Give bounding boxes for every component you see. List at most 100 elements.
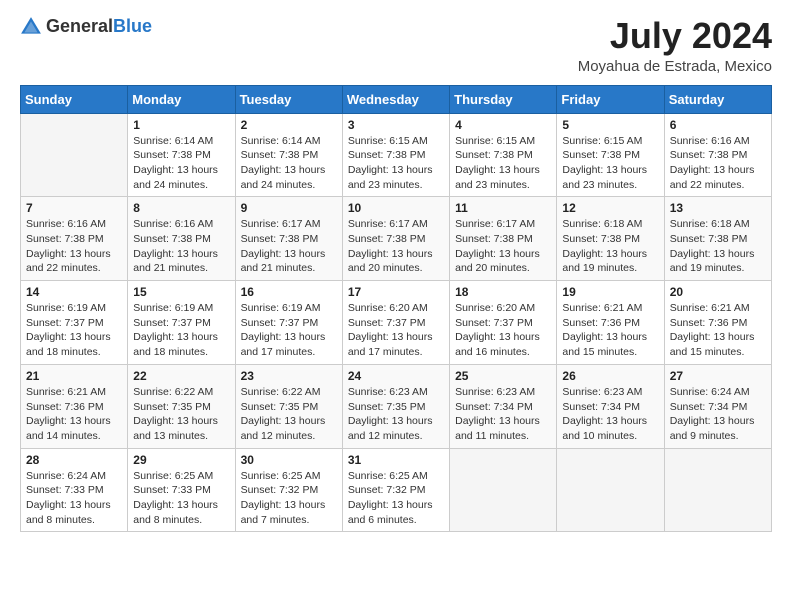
calendar-cell: 27 Sunrise: 6:24 AMSunset: 7:34 PMDayligh… [664, 364, 771, 448]
day-number: 14 [26, 285, 122, 299]
day-number: 5 [562, 118, 658, 132]
calendar-cell: 25Sunrise: 6:23 AMSunset: 7:34 PMDayligh… [450, 364, 557, 448]
calendar-cell: 11Sunrise: 6:17 AMSunset: 7:38 PMDayligh… [450, 197, 557, 281]
day-info: Sunrise: 6:24 AMSunset: 7:34 PMDaylight:… [670, 385, 766, 444]
calendar-week-row: 1 Sunrise: 6:14 AMSunset: 7:38 PMDaylight… [21, 113, 772, 197]
calendar-cell: 29 Sunrise: 6:25 AMSunset: 7:33 PMDayligh… [128, 448, 235, 532]
calendar-cell [664, 448, 771, 532]
day-info: Sunrise: 6:18 AMSunset: 7:38 PMDaylight:… [562, 217, 658, 276]
calendar-cell: 19 Sunrise: 6:21 AMSunset: 7:36 PMDayligh… [557, 281, 664, 365]
calendar-cell: 8 Sunrise: 6:16 AMSunset: 7:38 PMDaylight… [128, 197, 235, 281]
day-number: 12 [562, 201, 658, 215]
calendar-cell: 16 Sunrise: 6:19 AMSunset: 7:37 PMDayligh… [235, 281, 342, 365]
calendar-cell: 23 Sunrise: 6:22 AMSunset: 7:35 PMDayligh… [235, 364, 342, 448]
calendar-cell: 7 Sunrise: 6:16 AMSunset: 7:38 PMDaylight… [21, 197, 128, 281]
day-info: Sunrise: 6:18 AMSunset: 7:38 PMDaylight:… [670, 217, 766, 276]
day-info: Sunrise: 6:23 AMSunset: 7:35 PMDaylight:… [348, 385, 444, 444]
day-number: 13 [670, 201, 766, 215]
day-number: 9 [241, 201, 337, 215]
calendar-cell: 18 Sunrise: 6:20 AMSunset: 7:37 PMDayligh… [450, 281, 557, 365]
day-number: 6 [670, 118, 766, 132]
day-info: Sunrise: 6:25 AMSunset: 7:32 PMDaylight:… [241, 469, 337, 528]
calendar-cell: 10Sunrise: 6:17 AMSunset: 7:38 PMDayligh… [342, 197, 449, 281]
day-number: 15 [133, 285, 229, 299]
day-info: Sunrise: 6:22 AMSunset: 7:35 PMDaylight:… [241, 385, 337, 444]
calendar-cell: 2 Sunrise: 6:14 AMSunset: 7:38 PMDaylight… [235, 113, 342, 197]
logo-text: GeneralBlue [46, 17, 152, 37]
calendar-cell: 13 Sunrise: 6:18 AMSunset: 7:38 PMDayligh… [664, 197, 771, 281]
day-info: Sunrise: 6:17 AMSunset: 7:38 PMDaylight:… [241, 217, 337, 276]
header: GeneralBlue July 2024 Moyahua de Estrada… [20, 16, 772, 75]
calendar-week-row: 21 Sunrise: 6:21 AMSunset: 7:36 PMDayligh… [21, 364, 772, 448]
calendar-cell [21, 113, 128, 197]
day-number: 4 [455, 118, 551, 132]
day-number: 17 [348, 285, 444, 299]
col-monday: Monday [128, 85, 235, 113]
day-number: 18 [455, 285, 551, 299]
day-number: 29 [133, 453, 229, 467]
day-number: 3 [348, 118, 444, 132]
calendar-cell: 9 Sunrise: 6:17 AMSunset: 7:38 PMDaylight… [235, 197, 342, 281]
day-info: Sunrise: 6:16 AMSunset: 7:38 PMDaylight:… [26, 217, 122, 276]
day-info: Sunrise: 6:20 AMSunset: 7:37 PMDaylight:… [348, 301, 444, 360]
day-number: 20 [670, 285, 766, 299]
calendar-cell: 4 Sunrise: 6:15 AMSunset: 7:38 PMDaylight… [450, 113, 557, 197]
day-number: 27 [670, 369, 766, 383]
calendar-cell: 22 Sunrise: 6:22 AMSunset: 7:35 PMDayligh… [128, 364, 235, 448]
day-info: Sunrise: 6:14 AMSunset: 7:38 PMDaylight:… [133, 134, 229, 193]
calendar-cell: 15 Sunrise: 6:19 AMSunset: 7:37 PMDayligh… [128, 281, 235, 365]
day-info: Sunrise: 6:22 AMSunset: 7:35 PMDaylight:… [133, 385, 229, 444]
day-number: 23 [241, 369, 337, 383]
day-number: 26 [562, 369, 658, 383]
title-area: July 2024 Moyahua de Estrada, Mexico [578, 16, 772, 75]
calendar-cell: 24Sunrise: 6:23 AMSunset: 7:35 PMDayligh… [342, 364, 449, 448]
day-info: Sunrise: 6:16 AMSunset: 7:38 PMDaylight:… [670, 134, 766, 193]
col-friday: Friday [557, 85, 664, 113]
day-number: 28 [26, 453, 122, 467]
day-info: Sunrise: 6:19 AMSunset: 7:37 PMDaylight:… [133, 301, 229, 360]
day-info: Sunrise: 6:14 AMSunset: 7:38 PMDaylight:… [241, 134, 337, 193]
calendar-cell [450, 448, 557, 532]
location-label: Moyahua de Estrada, Mexico [578, 58, 772, 75]
day-number: 16 [241, 285, 337, 299]
day-number: 19 [562, 285, 658, 299]
day-info: Sunrise: 6:23 AMSunset: 7:34 PMDaylight:… [562, 385, 658, 444]
day-info: Sunrise: 6:15 AMSunset: 7:38 PMDaylight:… [455, 134, 551, 193]
day-number: 30 [241, 453, 337, 467]
calendar-cell: 28 Sunrise: 6:24 AMSunset: 7:33 PMDayligh… [21, 448, 128, 532]
day-number: 21 [26, 369, 122, 383]
calendar-table: Sunday Monday Tuesday Wednesday Thursday… [20, 85, 772, 533]
calendar-cell: 17 Sunrise: 6:20 AMSunset: 7:37 PMDayligh… [342, 281, 449, 365]
day-info: Sunrise: 6:17 AMSunset: 7:38 PMDaylight:… [348, 217, 444, 276]
calendar-cell: 5Sunrise: 6:15 AMSunset: 7:38 PMDaylight… [557, 113, 664, 197]
col-sunday: Sunday [21, 85, 128, 113]
day-info: Sunrise: 6:21 AMSunset: 7:36 PMDaylight:… [562, 301, 658, 360]
calendar-cell: 14 Sunrise: 6:19 AMSunset: 7:37 PMDayligh… [21, 281, 128, 365]
day-info: Sunrise: 6:21 AMSunset: 7:36 PMDaylight:… [26, 385, 122, 444]
logo-icon [20, 16, 42, 38]
col-saturday: Saturday [664, 85, 771, 113]
day-number: 1 [133, 118, 229, 132]
logo: GeneralBlue [20, 16, 152, 38]
calendar-week-row: 7 Sunrise: 6:16 AMSunset: 7:38 PMDaylight… [21, 197, 772, 281]
col-thursday: Thursday [450, 85, 557, 113]
day-info: Sunrise: 6:19 AMSunset: 7:37 PMDaylight:… [241, 301, 337, 360]
calendar-cell: 6 Sunrise: 6:16 AMSunset: 7:38 PMDaylight… [664, 113, 771, 197]
calendar-cell [557, 448, 664, 532]
day-number: 7 [26, 201, 122, 215]
calendar-cell: 26 Sunrise: 6:23 AMSunset: 7:34 PMDayligh… [557, 364, 664, 448]
day-info: Sunrise: 6:24 AMSunset: 7:33 PMDaylight:… [26, 469, 122, 528]
day-number: 22 [133, 369, 229, 383]
day-info: Sunrise: 6:20 AMSunset: 7:37 PMDaylight:… [455, 301, 551, 360]
day-info: Sunrise: 6:19 AMSunset: 7:37 PMDaylight:… [26, 301, 122, 360]
month-year-title: July 2024 [578, 16, 772, 56]
day-info: Sunrise: 6:16 AMSunset: 7:38 PMDaylight:… [133, 217, 229, 276]
calendar-page: GeneralBlue July 2024 Moyahua de Estrada… [0, 0, 792, 612]
day-number: 8 [133, 201, 229, 215]
day-info: Sunrise: 6:25 AMSunset: 7:33 PMDaylight:… [133, 469, 229, 528]
calendar-cell: 30 Sunrise: 6:25 AMSunset: 7:32 PMDayligh… [235, 448, 342, 532]
day-number: 2 [241, 118, 337, 132]
day-info: Sunrise: 6:21 AMSunset: 7:36 PMDaylight:… [670, 301, 766, 360]
day-number: 25 [455, 369, 551, 383]
calendar-cell: 31Sunrise: 6:25 AMSunset: 7:32 PMDayligh… [342, 448, 449, 532]
